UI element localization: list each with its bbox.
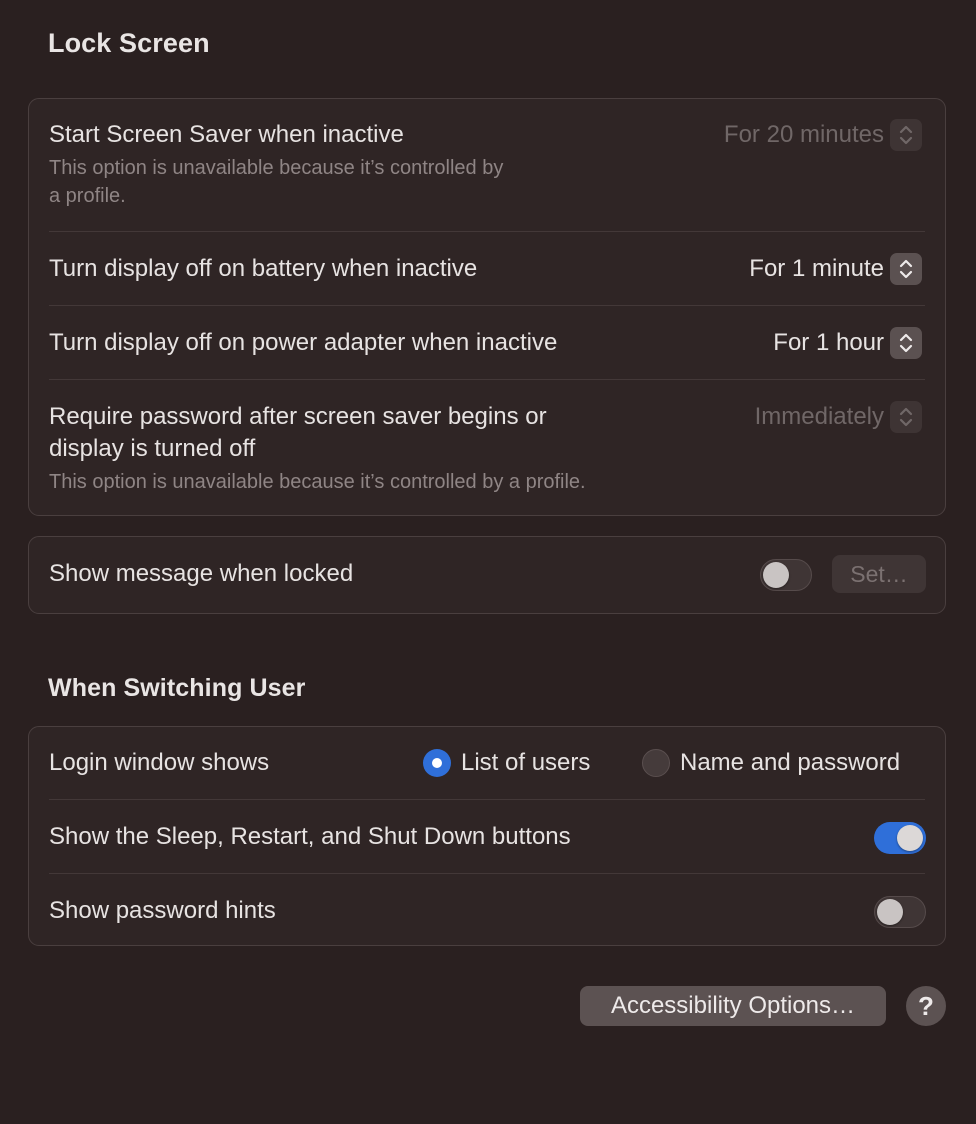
screen-saver-note-line1: This option is unavailable because it’s … — [49, 157, 504, 179]
password-hints-row: Show password hints — [29, 874, 945, 946]
radio-list-of-users[interactable]: List of users — [423, 747, 590, 779]
display-off-adapter-row: Turn display off on power adapter when i… — [29, 306, 945, 379]
screen-saver-label: Start Screen Saver when inactive — [49, 121, 404, 148]
chevron-up-down-icon — [890, 401, 922, 433]
radio-list-of-users-label: List of users — [461, 749, 591, 776]
show-message-label: Show message when locked — [49, 560, 354, 587]
radio-name-and-password[interactable]: Name and password — [642, 747, 900, 779]
require-password-note: This option is unavailable because it’s … — [49, 471, 586, 493]
toggle-knob — [763, 562, 789, 588]
screen-saver-value: For 20 minutes — [723, 121, 884, 148]
radio-unselected-icon — [642, 749, 670, 777]
display-off-adapter-label: Turn display off on power adapter when i… — [49, 329, 558, 356]
require-password-popup[interactable]: Immediately — [755, 401, 922, 433]
display-off-battery-value: For 1 minute — [749, 255, 884, 282]
toggle-knob — [897, 825, 923, 851]
screen-saver-note-line2: a profile. — [49, 185, 126, 207]
lock-screen-title: Lock Screen — [48, 28, 210, 58]
lock-screen-group: Start Screen Saver when inactive This op… — [28, 98, 946, 516]
radio-selected-icon — [423, 749, 451, 777]
help-button[interactable]: ? — [906, 986, 946, 1026]
lock-message-group: Show message when locked Set… — [28, 536, 946, 614]
sleep-restart-label: Show the Sleep, Restart, and Shut Down b… — [49, 823, 571, 850]
require-password-value: Immediately — [754, 403, 884, 430]
show-message-toggle[interactable] — [760, 559, 812, 591]
radio-name-and-password-label: Name and password — [680, 749, 901, 776]
accessibility-options-button[interactable]: Accessibility Options… — [580, 986, 886, 1026]
login-window-row: Login window shows List of users Name an… — [29, 727, 945, 799]
require-password-row: Require password after screen saver begi… — [29, 380, 945, 516]
set-message-button[interactable]: Set… — [832, 555, 926, 593]
password-hints-toggle[interactable] — [874, 896, 926, 928]
display-off-battery-row: Turn display off on battery when inactiv… — [29, 232, 945, 305]
toggle-knob — [877, 899, 903, 925]
login-window-label: Login window shows — [49, 749, 270, 776]
sleep-restart-toggle[interactable] — [874, 822, 926, 854]
sleep-restart-row: Show the Sleep, Restart, and Shut Down b… — [29, 800, 945, 873]
display-off-adapter-value: For 1 hour — [773, 329, 884, 356]
screen-saver-popup[interactable]: For 20 minutes — [724, 119, 922, 151]
switching-user-title: When Switching User — [48, 674, 306, 702]
lock-screen-settings-pane: Lock Screen Start Screen Saver when inac… — [0, 0, 976, 1124]
display-off-battery-label: Turn display off on battery when inactiv… — [49, 255, 478, 282]
switching-user-group: Login window shows List of users Name an… — [28, 726, 946, 946]
require-password-label-line1: Require password after screen saver begi… — [49, 403, 547, 430]
chevron-up-down-icon — [890, 327, 922, 359]
require-password-label-line2: display is turned off — [49, 435, 256, 462]
screen-saver-row: Start Screen Saver when inactive This op… — [29, 99, 945, 231]
display-off-battery-popup[interactable]: For 1 minute — [749, 253, 922, 285]
chevron-up-down-icon — [890, 119, 922, 151]
password-hints-label: Show password hints — [49, 897, 276, 924]
chevron-up-down-icon — [890, 253, 922, 285]
display-off-adapter-popup[interactable]: For 1 hour — [773, 327, 922, 359]
